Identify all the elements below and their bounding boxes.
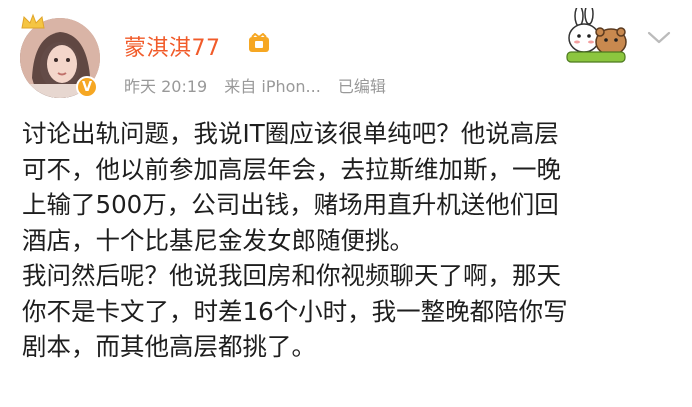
post-source[interactable]: 来自 iPhon... bbox=[224, 77, 321, 96]
crown-icon bbox=[21, 13, 45, 29]
content-line: 酒店，十个比基尼金发女郎随便挑。 bbox=[22, 225, 414, 255]
member-badge-icon[interactable] bbox=[248, 33, 270, 53]
content-line: 上输了500万，公司出钱，赌场用直升机送他们回 bbox=[22, 190, 559, 219]
content-line: 你不是卡文了，时差16个小时，我一整晚都陪你写 bbox=[22, 296, 568, 326]
content-line: 剧本，而其他高层都挑了。 bbox=[22, 332, 316, 361]
verified-badge: V bbox=[76, 76, 98, 98]
chevron-down-icon[interactable] bbox=[646, 30, 672, 46]
weibo-post: V 蒙淇淇77 昨天 20:19 来自 iPhon... 已编辑 讨论出轨问题，… bbox=[0, 0, 692, 407]
post-meta: 昨天 20:19 来自 iPhon... 已编辑 bbox=[124, 73, 398, 97]
sticker-icon bbox=[566, 8, 627, 63]
content-line: 我问然后呢？他说我回房和你视频聊天了啊，那天 bbox=[22, 261, 561, 290]
post-time: 昨天 20:19 bbox=[124, 77, 208, 96]
edited-label[interactable]: 已编辑 bbox=[338, 77, 386, 96]
post-content: 讨论出轨问题，我说IT圈应该很单纯吧？他说高层 可不，他以前参加高层年会，去拉斯… bbox=[22, 116, 682, 365]
content-line: 可不，他以前参加高层年会，去拉斯维加斯，一晚 bbox=[22, 154, 561, 184]
content-line: 讨论出轨问题，我说IT圈应该很单纯吧？他说高层 bbox=[22, 119, 559, 148]
username[interactable]: 蒙淇淇77 bbox=[124, 30, 221, 62]
